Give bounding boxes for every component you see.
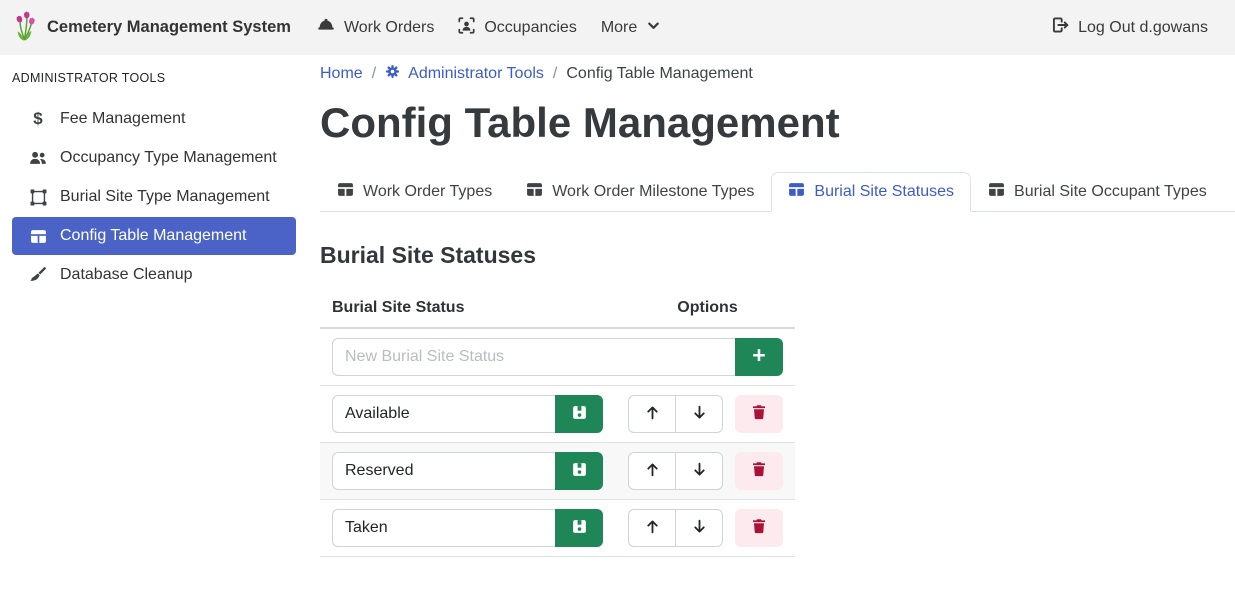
delete-button[interactable] [735,452,783,490]
column-header-name: Burial Site Status [320,299,620,317]
breadcrumb-separator: / [553,65,557,83]
arrow-down-icon [691,518,708,538]
tab-work-order-milestone-types[interactable]: Work Order Milestone Types [509,172,771,212]
logout-button[interactable]: Log Out d.gowans [1039,0,1220,55]
sidebar-item-label: Occupancy Type Management [60,149,277,167]
tab-label: Work Order Types [363,183,492,201]
breadcrumb-label: Administrator Tools [408,65,544,83]
nav-item-occupancies[interactable]: Occupancies [446,0,589,55]
trash-icon [751,518,767,537]
top-navbar: Cemetery Management System Work Orders [0,0,1235,55]
move-down-button[interactable] [675,509,723,547]
hard-hat-icon [317,16,335,39]
sidebar-item-label: Database Cleanup [60,266,193,284]
sidebar-item-fee-management[interactable]: $ Fee Management [12,100,296,138]
breadcrumb: Home / Administrator Tool [320,64,1235,84]
app-title: Cemetery Management System [47,18,291,37]
status-name-input[interactable] [332,452,555,490]
move-down-button[interactable] [675,395,723,433]
burial-site-status-table: Burial Site Status Options + [320,293,795,557]
delete-button[interactable] [735,509,783,547]
arrow-up-icon [644,518,661,538]
table-row [320,386,795,443]
admin-sidebar: ADMINISTRATOR TOOLS $ Fee Management Occ… [0,55,298,591]
bounding-box-icon [28,189,48,206]
table-icon [526,181,543,203]
status-name-input[interactable] [332,509,555,547]
arrow-up-icon [644,404,661,424]
arrow-down-icon [691,461,708,481]
nav-item-label: More [601,19,637,37]
trash-icon [751,404,767,423]
sidebar-item-occupancy-type-management[interactable]: Occupancy Type Management [12,139,296,177]
tab-label: Burial Site Statuses [814,183,954,201]
table-row [320,500,795,557]
move-up-button[interactable] [628,395,676,433]
tab-burial-site-statuses[interactable]: Burial Site Statuses [771,172,971,212]
trash-icon [751,461,767,480]
table-icon [988,181,1005,203]
save-button[interactable] [555,452,603,490]
add-status-button[interactable]: + [735,338,783,376]
delete-button[interactable] [735,395,783,433]
table-row [320,443,795,500]
dollar-icon: $ [28,109,48,129]
sidebar-item-label: Fee Management [60,110,185,128]
logout-label: Log Out d.gowans [1078,19,1208,37]
box-arrow-right-icon [1051,16,1069,39]
table-icon [788,181,805,203]
breadcrumb-admin-tools-link[interactable]: Administrator Tools [385,64,544,84]
save-button[interactable] [555,395,603,433]
breadcrumb-current: Config Table Management [566,65,753,83]
gear-icon [385,64,400,84]
breadcrumb-separator: / [372,65,376,83]
tulips-logo-icon [12,9,38,47]
app-brand[interactable]: Cemetery Management System [12,9,291,47]
person-bounding-box-icon [458,17,475,39]
table-header-row: Burial Site Status Options [320,293,795,329]
main-content: Home / Administrator Tool [298,55,1235,591]
plus-icon: + [752,344,765,367]
column-header-options: Options [620,299,795,317]
move-up-button[interactable] [628,509,676,547]
tab-label: Burial Site Occupant Types [1014,183,1207,201]
nav-item-label: Work Orders [344,19,434,37]
sidebar-item-label: Config Table Management [60,227,247,245]
tab-burial-site-occupant-types[interactable]: Burial Site Occupant Types [971,172,1224,212]
nav-item-more[interactable]: More [589,0,673,55]
table-row-new: + [320,329,795,386]
sidebar-item-burial-site-type-management[interactable]: Burial Site Type Management [12,178,296,216]
sidebar-heading: ADMINISTRATOR TOOLS [0,61,298,99]
tab-label: Work Order Milestone Types [552,183,754,201]
save-icon [571,461,588,481]
people-icon [28,149,48,167]
move-down-button[interactable] [675,452,723,490]
table-icon [337,181,354,203]
arrow-down-icon [691,404,708,424]
save-icon [571,518,588,538]
status-name-input[interactable] [332,395,555,433]
chevron-down-icon [646,18,661,38]
tab-work-order-types[interactable]: Work Order Types [320,172,509,212]
nav-item-work-orders[interactable]: Work Orders [305,0,446,55]
save-icon [571,404,588,424]
sidebar-item-label: Burial Site Type Management [60,188,270,206]
page-title: Config Table Management [320,97,1235,150]
move-up-button[interactable] [628,452,676,490]
breadcrumb-home-link[interactable]: Home [320,65,363,83]
sidebar-item-config-table-management[interactable]: Config Table Management [12,217,296,255]
broom-icon [28,266,48,284]
config-tabs: Work Order Types Work Order Milestone Ty… [320,172,1235,212]
save-button[interactable] [555,509,603,547]
arrow-up-icon [644,461,661,481]
nav-item-label: Occupancies [484,19,577,37]
section-heading: Burial Site Statuses [320,242,1235,269]
table-icon [28,228,48,245]
new-status-input[interactable] [332,338,735,376]
sidebar-item-database-cleanup[interactable]: Database Cleanup [12,256,296,294]
